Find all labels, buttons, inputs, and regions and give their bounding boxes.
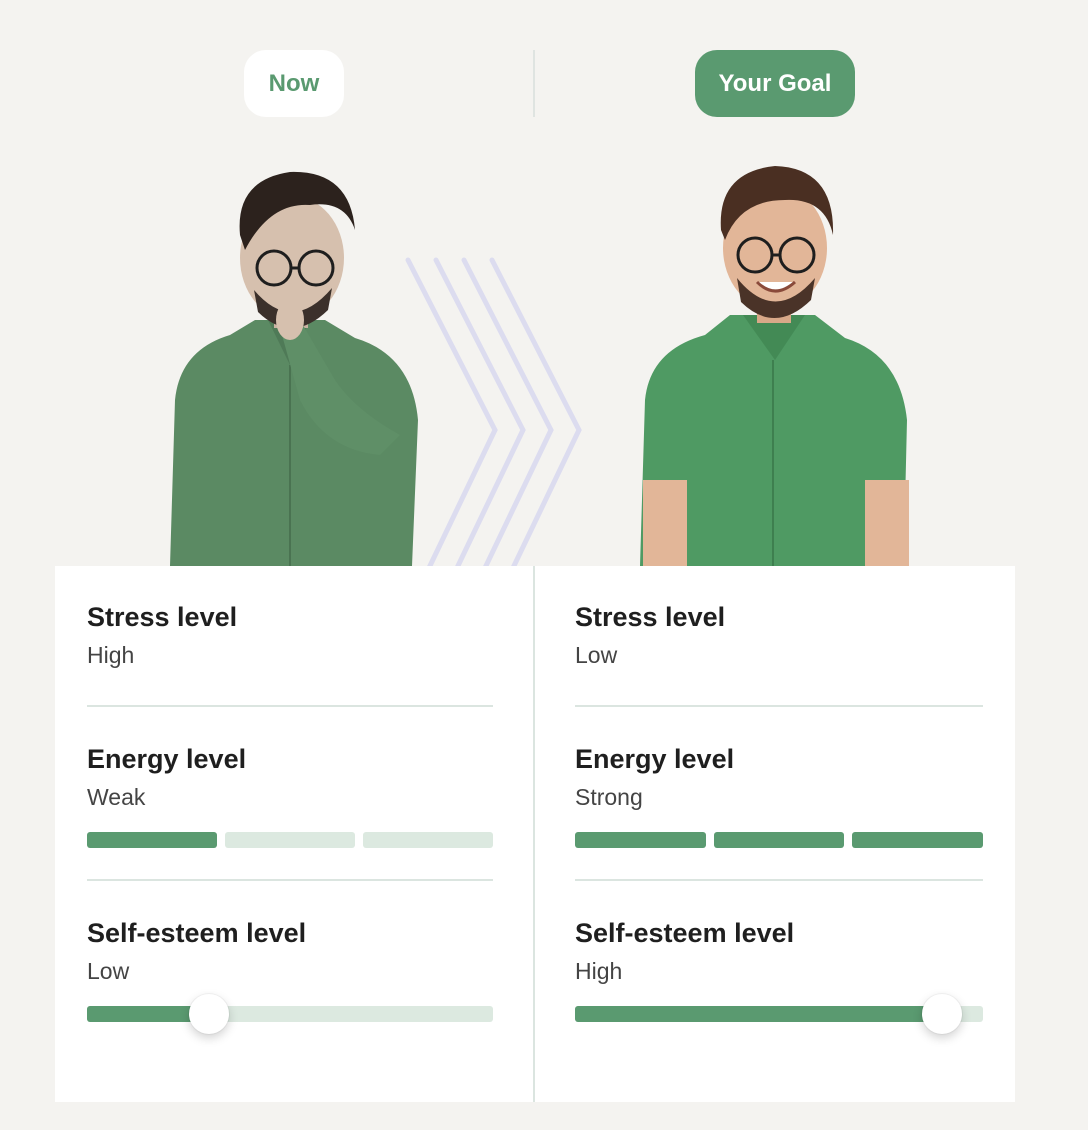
divider <box>87 879 493 881</box>
divider <box>575 705 983 707</box>
energy-value: Strong <box>575 784 643 810</box>
self-esteem-slider[interactable] <box>575 994 983 1034</box>
divider <box>575 879 983 881</box>
slider-knob[interactable] <box>922 994 963 1034</box>
energy-segment <box>363 832 493 848</box>
self-esteem-slider[interactable] <box>87 994 493 1034</box>
stress-title: Stress level <box>575 602 726 632</box>
self-esteem-value: High <box>575 958 623 984</box>
energy-segment <box>575 832 706 848</box>
slider-knob[interactable] <box>188 994 229 1034</box>
energy-segments <box>575 832 984 848</box>
divider <box>87 705 493 707</box>
energy-segment <box>87 832 217 848</box>
energy-segment <box>713 832 845 848</box>
person-goal-illustration <box>640 166 909 566</box>
tab-your-goal[interactable]: Your Goal <box>695 50 855 117</box>
self-esteem-value: Low <box>87 958 130 984</box>
self-esteem-title: Self-esteem level <box>575 918 795 948</box>
energy-title: Energy level <box>575 744 735 774</box>
self-esteem-title: Self-esteem level <box>87 918 307 948</box>
stress-title: Stress level <box>87 602 238 632</box>
stress-value: Low <box>575 642 618 668</box>
person-now-illustration <box>170 171 418 566</box>
tab-now[interactable]: Now <box>244 50 344 117</box>
energy-segment <box>852 832 984 848</box>
slider-fill <box>575 1006 943 1022</box>
column-divider <box>533 566 535 1102</box>
header-divider <box>533 50 535 117</box>
energy-segment <box>225 832 355 848</box>
comparison-card: Stress level High Energy level Weak Self… <box>55 566 1015 1102</box>
energy-value: Weak <box>87 784 146 810</box>
energy-segments <box>87 832 493 848</box>
stress-value: High <box>87 642 135 668</box>
energy-title: Energy level <box>87 744 247 774</box>
